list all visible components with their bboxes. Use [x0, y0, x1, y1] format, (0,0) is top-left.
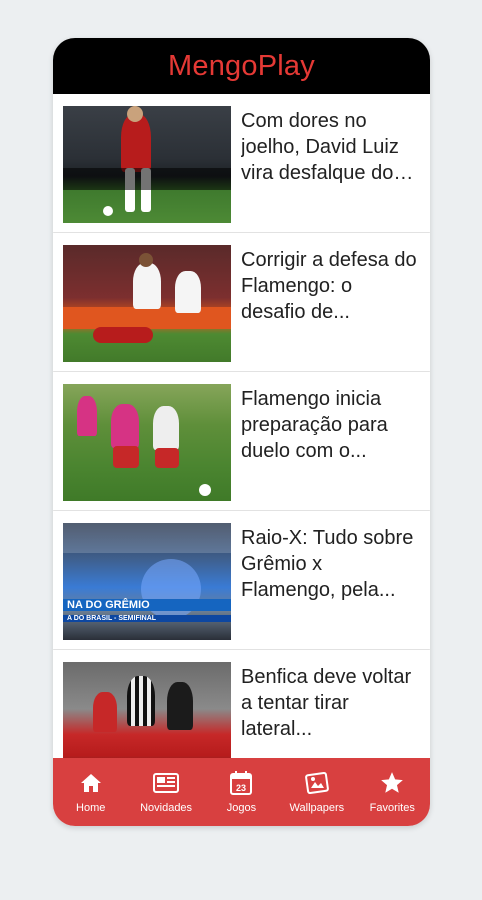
news-title: Flamengo inicia preparação para duelo co…	[241, 388, 388, 462]
player-figure	[175, 271, 201, 313]
stadium-banner-sub: A DO BRASIL - SEMIFINAL	[63, 615, 231, 622]
player-figure	[93, 692, 117, 732]
star-icon	[379, 770, 405, 796]
app-title: MengoPlay	[168, 49, 315, 82]
player-figure	[77, 396, 97, 436]
news-thumbnail	[63, 245, 231, 362]
player-head	[127, 106, 143, 122]
news-title: Benfica deve voltar a tentar tirar later…	[241, 666, 412, 740]
news-card[interactable]: NA DO GRÊMIO A DO BRASIL - SEMIFINAL Rai…	[53, 511, 430, 649]
player-figure	[127, 676, 155, 726]
news-card[interactable]: Benfica deve voltar a tentar tirar later…	[53, 650, 430, 758]
player-figure	[133, 263, 161, 309]
nav-novidades[interactable]: Novidades	[129, 770, 204, 814]
player-figure	[167, 682, 193, 730]
news-thumbnail: NA DO GRÊMIO A DO BRASIL - SEMIFINAL	[63, 523, 231, 640]
news-title: Corrigir a defesa do Flamengo: o desafio…	[241, 249, 417, 323]
player-figure	[111, 404, 139, 448]
news-icon	[153, 770, 180, 796]
ad-board	[63, 307, 231, 329]
news-title: Com dores no joelho, David Luiz vira des…	[241, 110, 399, 184]
news-thumbnail	[63, 106, 231, 223]
home-icon	[79, 770, 103, 796]
player-figure	[121, 114, 151, 172]
nav-jogos[interactable]: 23 Jogos	[204, 770, 279, 814]
news-thumbnail	[63, 662, 231, 758]
nav-favorites[interactable]: Favorites	[355, 770, 430, 814]
app-frame: MengoPlay Com dores no joelho, David Lui…	[53, 38, 430, 826]
stadium-banner: NA DO GRÊMIO	[63, 599, 231, 611]
player-shorts	[113, 446, 139, 468]
app-header: MengoPlay	[53, 38, 430, 94]
player-head	[139, 253, 153, 267]
player-figure	[153, 406, 179, 450]
ball	[199, 484, 211, 496]
news-card[interactable]: Corrigir a defesa do Flamengo: o desafio…	[53, 233, 430, 371]
news-card[interactable]: Com dores no joelho, David Luiz vira des…	[53, 94, 430, 232]
player-shorts	[155, 448, 179, 468]
svg-text:23: 23	[236, 783, 246, 793]
nav-home[interactable]: Home	[53, 770, 128, 814]
nav-label: Wallpapers	[289, 802, 345, 814]
wallpaper-icon	[304, 770, 330, 796]
ball	[103, 206, 113, 216]
nav-label: Home	[76, 802, 106, 814]
nav-label: Jogos	[226, 802, 257, 814]
nav-label: Favorites	[369, 802, 415, 814]
news-title: Raio-X: Tudo sobre Grêmio x Flamengo, pe…	[241, 527, 414, 601]
calendar-icon: 23	[229, 770, 253, 796]
nav-wallpapers[interactable]: Wallpapers	[279, 770, 354, 814]
news-thumbnail	[63, 384, 231, 501]
news-feed[interactable]: Com dores no joelho, David Luiz vira des…	[53, 94, 430, 758]
player-figure	[93, 327, 153, 343]
stadium-roof	[63, 523, 231, 553]
ad-board	[63, 168, 231, 190]
news-card[interactable]: Flamengo inicia preparação para duelo co…	[53, 372, 430, 510]
nav-label: Novidades	[140, 802, 193, 814]
bottom-navigation: Home Novidades 23 Jogos Wallpapers Favor…	[53, 758, 430, 826]
